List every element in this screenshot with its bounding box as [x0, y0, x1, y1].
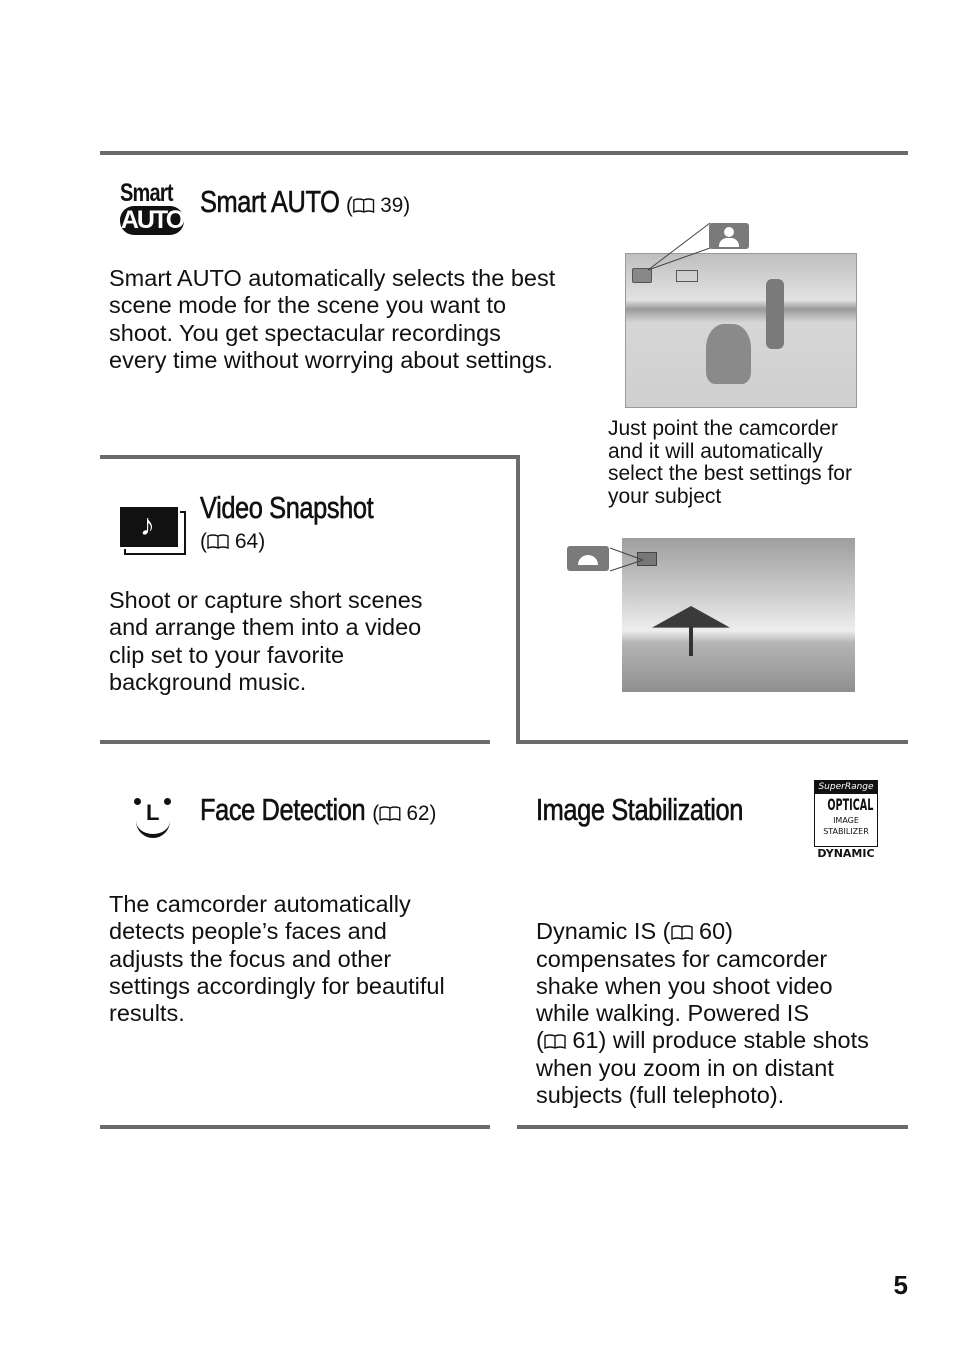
video-snapshot-body: Shoot or capture short scenes and arrang… — [109, 587, 423, 695]
book-icon — [544, 1034, 566, 1049]
page-reference: ( 62) — [371, 802, 437, 825]
image-stabilization-body: Dynamic IS ( 60) compensates for camcord… — [536, 918, 869, 1109]
video-snapshot-side-rule — [516, 455, 520, 744]
mid-rule-left — [100, 740, 490, 744]
image-stabilization-title: Image Stabilization — [536, 792, 744, 828]
logo-smart-text: Smart — [120, 179, 173, 207]
face-detection-body: The camcorder automatically detects peop… — [109, 891, 445, 1027]
callout-lines-2 — [609, 547, 644, 572]
book-icon — [671, 925, 693, 940]
page-number: 5 — [893, 1270, 908, 1300]
sunset-badge-icon — [567, 546, 609, 571]
callout-lines — [647, 222, 711, 271]
smart-auto-body: Smart AUTO automatically selects the bes… — [109, 265, 556, 373]
page-reference: ( 39) — [346, 194, 411, 217]
title-text: Smart AUTO — [200, 184, 340, 220]
top-rule — [100, 151, 908, 155]
book-icon — [379, 806, 401, 821]
book-icon — [353, 198, 375, 213]
bottom-rule-left — [100, 1125, 490, 1129]
optical-image-stabilizer-logo: SuperRange OPTICAL IMAGE STABILIZER DYNA… — [814, 780, 878, 862]
video-snapshot-icon: ♪ — [118, 505, 186, 555]
book-icon — [207, 534, 229, 549]
face-detection-title: Face Detection ( 62) — [200, 792, 437, 828]
face-detection-icon: L — [134, 796, 174, 838]
photo-caption: Just point the camcorder and it will aut… — [608, 417, 852, 509]
beach-sunset-photo — [622, 538, 855, 692]
video-snapshot-title: Video Snapshot — [200, 490, 374, 526]
smart-auto-title: Smart AUTO ( 39) — [200, 184, 411, 220]
video-snapshot-top-rule — [100, 455, 520, 459]
page-reference: ( 64) — [200, 530, 266, 553]
smart-auto-logo: Smart AUTO — [120, 180, 188, 238]
bottom-rule-right — [517, 1125, 908, 1129]
mid-rule-right — [516, 740, 908, 744]
logo-auto-text: AUTO — [120, 206, 185, 235]
